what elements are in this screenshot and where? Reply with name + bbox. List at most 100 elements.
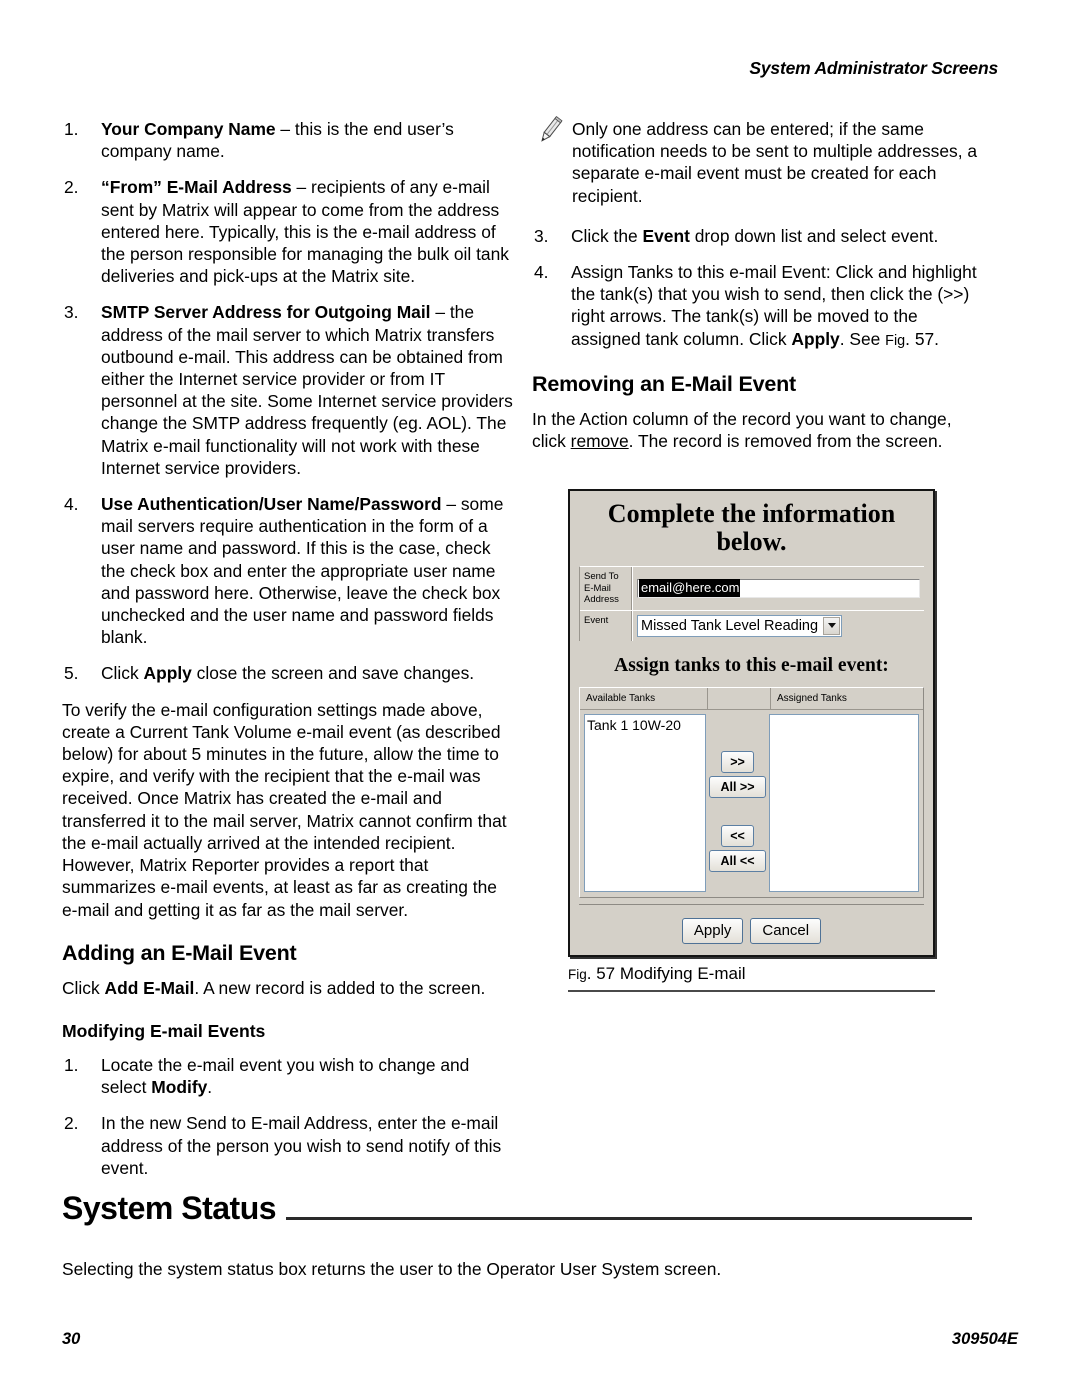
- tanks-header-row: Available Tanks Assigned Tanks: [580, 687, 923, 710]
- dialog-footer-buttons: Apply Cancel: [579, 903, 924, 955]
- running-header: System Administrator Screens: [749, 58, 998, 78]
- adding-email-event-text: Click Add E-Mail. A new record is added …: [62, 977, 514, 999]
- removing-email-event-heading: Removing an E-Mail Event: [532, 371, 797, 396]
- list-item-bold: “From” E-Mail Address: [101, 177, 292, 198]
- list-item-bold: Event: [642, 225, 690, 246]
- adding-text-bold: Add E-Mail: [104, 977, 195, 998]
- list-item[interactable]: Tank 1 10W-20: [587, 717, 703, 734]
- list-number: 1.: [64, 1054, 79, 1075]
- list-item-text: Click: [101, 663, 144, 684]
- list-item-bold: Use Authentication/User Name/Password: [101, 494, 442, 515]
- app-title-line1: Complete the information: [607, 499, 896, 528]
- list-item-bold: SMTP Server Address for Outgoing Mail: [101, 302, 431, 323]
- available-tanks-header: Available Tanks: [580, 687, 708, 709]
- right-column: Only one address can be entered; if the …: [532, 115, 984, 452]
- list-item: 4. Use Authentication/User Name/Password …: [62, 493, 514, 648]
- tanks-panel: Available Tanks Assigned Tanks Tank 1 10…: [579, 686, 924, 898]
- transfer-buttons-column: >> All >> << All <<: [706, 714, 769, 892]
- removing-text-rest: . The record is removed from the screen.: [628, 431, 943, 452]
- apply-button[interactable]: Apply: [681, 917, 744, 944]
- send-to-email-input[interactable]: email@here.com: [637, 578, 920, 598]
- figure-57: Complete the information below. Send To …: [568, 489, 935, 992]
- adding-text-pre: Click: [62, 977, 105, 998]
- list-item-text: drop down list and select event.: [689, 225, 939, 246]
- event-label: Event: [580, 610, 632, 641]
- modifying-email-events-heading: Modifying E-mail Events: [62, 1020, 266, 1041]
- event-dropdown[interactable]: Missed Tank Level Reading: [637, 614, 843, 637]
- move-left-button[interactable]: <<: [721, 824, 754, 847]
- document-page: System Administrator Screens 1. Your Comp…: [0, 0, 1080, 1397]
- page-number: 30: [62, 1330, 81, 1348]
- list-number: 3.: [534, 225, 549, 246]
- list-item-smallcaps: Fig: [885, 332, 906, 349]
- event-field-cell: Missed Tank Level Reading: [632, 610, 924, 641]
- list-item-bold: Your Company Name: [101, 119, 276, 139]
- list-item: 1. Locate the e-mail event you wish to ch…: [62, 1054, 514, 1098]
- figure-caption: Fig. 57 Modifying E-mail: [568, 964, 935, 984]
- list-item-bold: Apply: [143, 663, 192, 684]
- section-rule: [286, 1217, 972, 1220]
- list-number: 2.: [64, 1113, 79, 1134]
- move-all-right-button[interactable]: All >>: [709, 775, 766, 798]
- pencil-icon: [532, 114, 566, 148]
- system-status-text: Selecting the system status box returns …: [62, 1259, 722, 1279]
- app-window-title: Complete the information below.: [570, 491, 933, 566]
- note-text: Only one address can be entered; if the …: [572, 119, 978, 206]
- send-to-row: Send To E-Mail Address email@here.com: [580, 567, 924, 611]
- steps-list: 3. Click the Event drop down list and sel…: [532, 225, 984, 352]
- list-item-text: .: [207, 1077, 213, 1098]
- list-number: 1.: [64, 119, 79, 139]
- configuration-list: 1. Your Company Name – this is the end us…: [62, 118, 514, 685]
- list-item-text: . 57.: [905, 328, 939, 349]
- list-number: 4.: [534, 262, 549, 283]
- list-number: 2.: [64, 177, 79, 198]
- list-item-text: close the screen and save changes.: [191, 663, 475, 684]
- move-right-button[interactable]: >>: [721, 750, 754, 773]
- figure-rule: [568, 989, 935, 992]
- figure-caption-prefix: Fig: [568, 966, 587, 982]
- verify-paragraph: To verify the e-mail configuration setti…: [62, 699, 507, 920]
- event-selected-value: Missed Tank Level Reading: [641, 617, 819, 634]
- list-item: 5. Click Apply close the screen and save …: [62, 662, 514, 684]
- note-block: Only one address can be entered; if the …: [532, 115, 984, 207]
- list-item: 2. “From” E-Mail Address – recipients of …: [62, 176, 514, 287]
- email-form-table: Send To E-Mail Address email@here.com Ev…: [579, 566, 924, 641]
- modifying-list: 1. Locate the e-mail event you wish to ch…: [62, 1054, 514, 1179]
- list-item: 4. Assign Tanks to this e-mail Event: Cli…: [532, 261, 984, 352]
- assigned-tanks-listbox[interactable]: [769, 713, 919, 892]
- event-row: Event Missed Tank Level Reading: [580, 610, 924, 641]
- removing-email-event-text: In the Action column of the record you w…: [532, 408, 984, 452]
- list-item-text: In the new Send to E-mail Address, enter…: [101, 1113, 502, 1178]
- send-to-label: Send To E-Mail Address: [580, 567, 632, 610]
- list-number: 4.: [64, 494, 79, 515]
- list-item-bold: Modify: [151, 1077, 208, 1098]
- left-column: 1. Your Company Name – this is the end us…: [62, 118, 514, 1179]
- list-item-text: – the address of the mail server to whic…: [101, 302, 513, 478]
- list-item: 2. In the new Send to E-mail Address, ent…: [62, 1112, 514, 1179]
- move-all-left-button[interactable]: All <<: [709, 849, 766, 872]
- list-number: 5.: [64, 663, 79, 684]
- assigned-tanks-header: Assigned Tanks: [777, 692, 847, 704]
- page-footer: 30 309504E: [62, 1330, 1018, 1349]
- list-item-bold: Apply: [791, 328, 840, 349]
- send-to-field-cell: email@here.com: [632, 567, 924, 610]
- figure-caption-text: . 57 Modifying E-mail: [586, 963, 746, 983]
- middle-column-header: [708, 687, 771, 709]
- available-tanks-listbox[interactable]: Tank 1 10W-20: [584, 713, 706, 892]
- remove-link-word: remove: [570, 431, 629, 452]
- list-item: 3. Click the Event drop down list and sel…: [532, 225, 984, 247]
- document-number: 309504E: [951, 1330, 1018, 1348]
- list-item: 1. Your Company Name – this is the end us…: [62, 118, 514, 162]
- chevron-down-icon[interactable]: [823, 616, 841, 635]
- tanks-body-row: Tank 1 10W-20 >> All >> << All <<: [580, 710, 923, 897]
- adding-email-event-heading: Adding an E-Mail Event: [62, 940, 297, 965]
- system-status-section-header: System Status: [62, 1190, 972, 1227]
- send-to-email-value: email@here.com: [639, 579, 741, 598]
- cancel-button[interactable]: Cancel: [750, 917, 822, 944]
- adding-text-rest: . A new record is added to the screen.: [194, 977, 486, 998]
- app-window-screenshot: Complete the information below. Send To …: [568, 489, 935, 957]
- app-title-line2: below.: [716, 527, 787, 556]
- list-item-text: . See: [839, 328, 886, 349]
- list-item: 3. SMTP Server Address for Outgoing Mail …: [62, 301, 514, 479]
- list-item-text: Click the: [571, 225, 643, 246]
